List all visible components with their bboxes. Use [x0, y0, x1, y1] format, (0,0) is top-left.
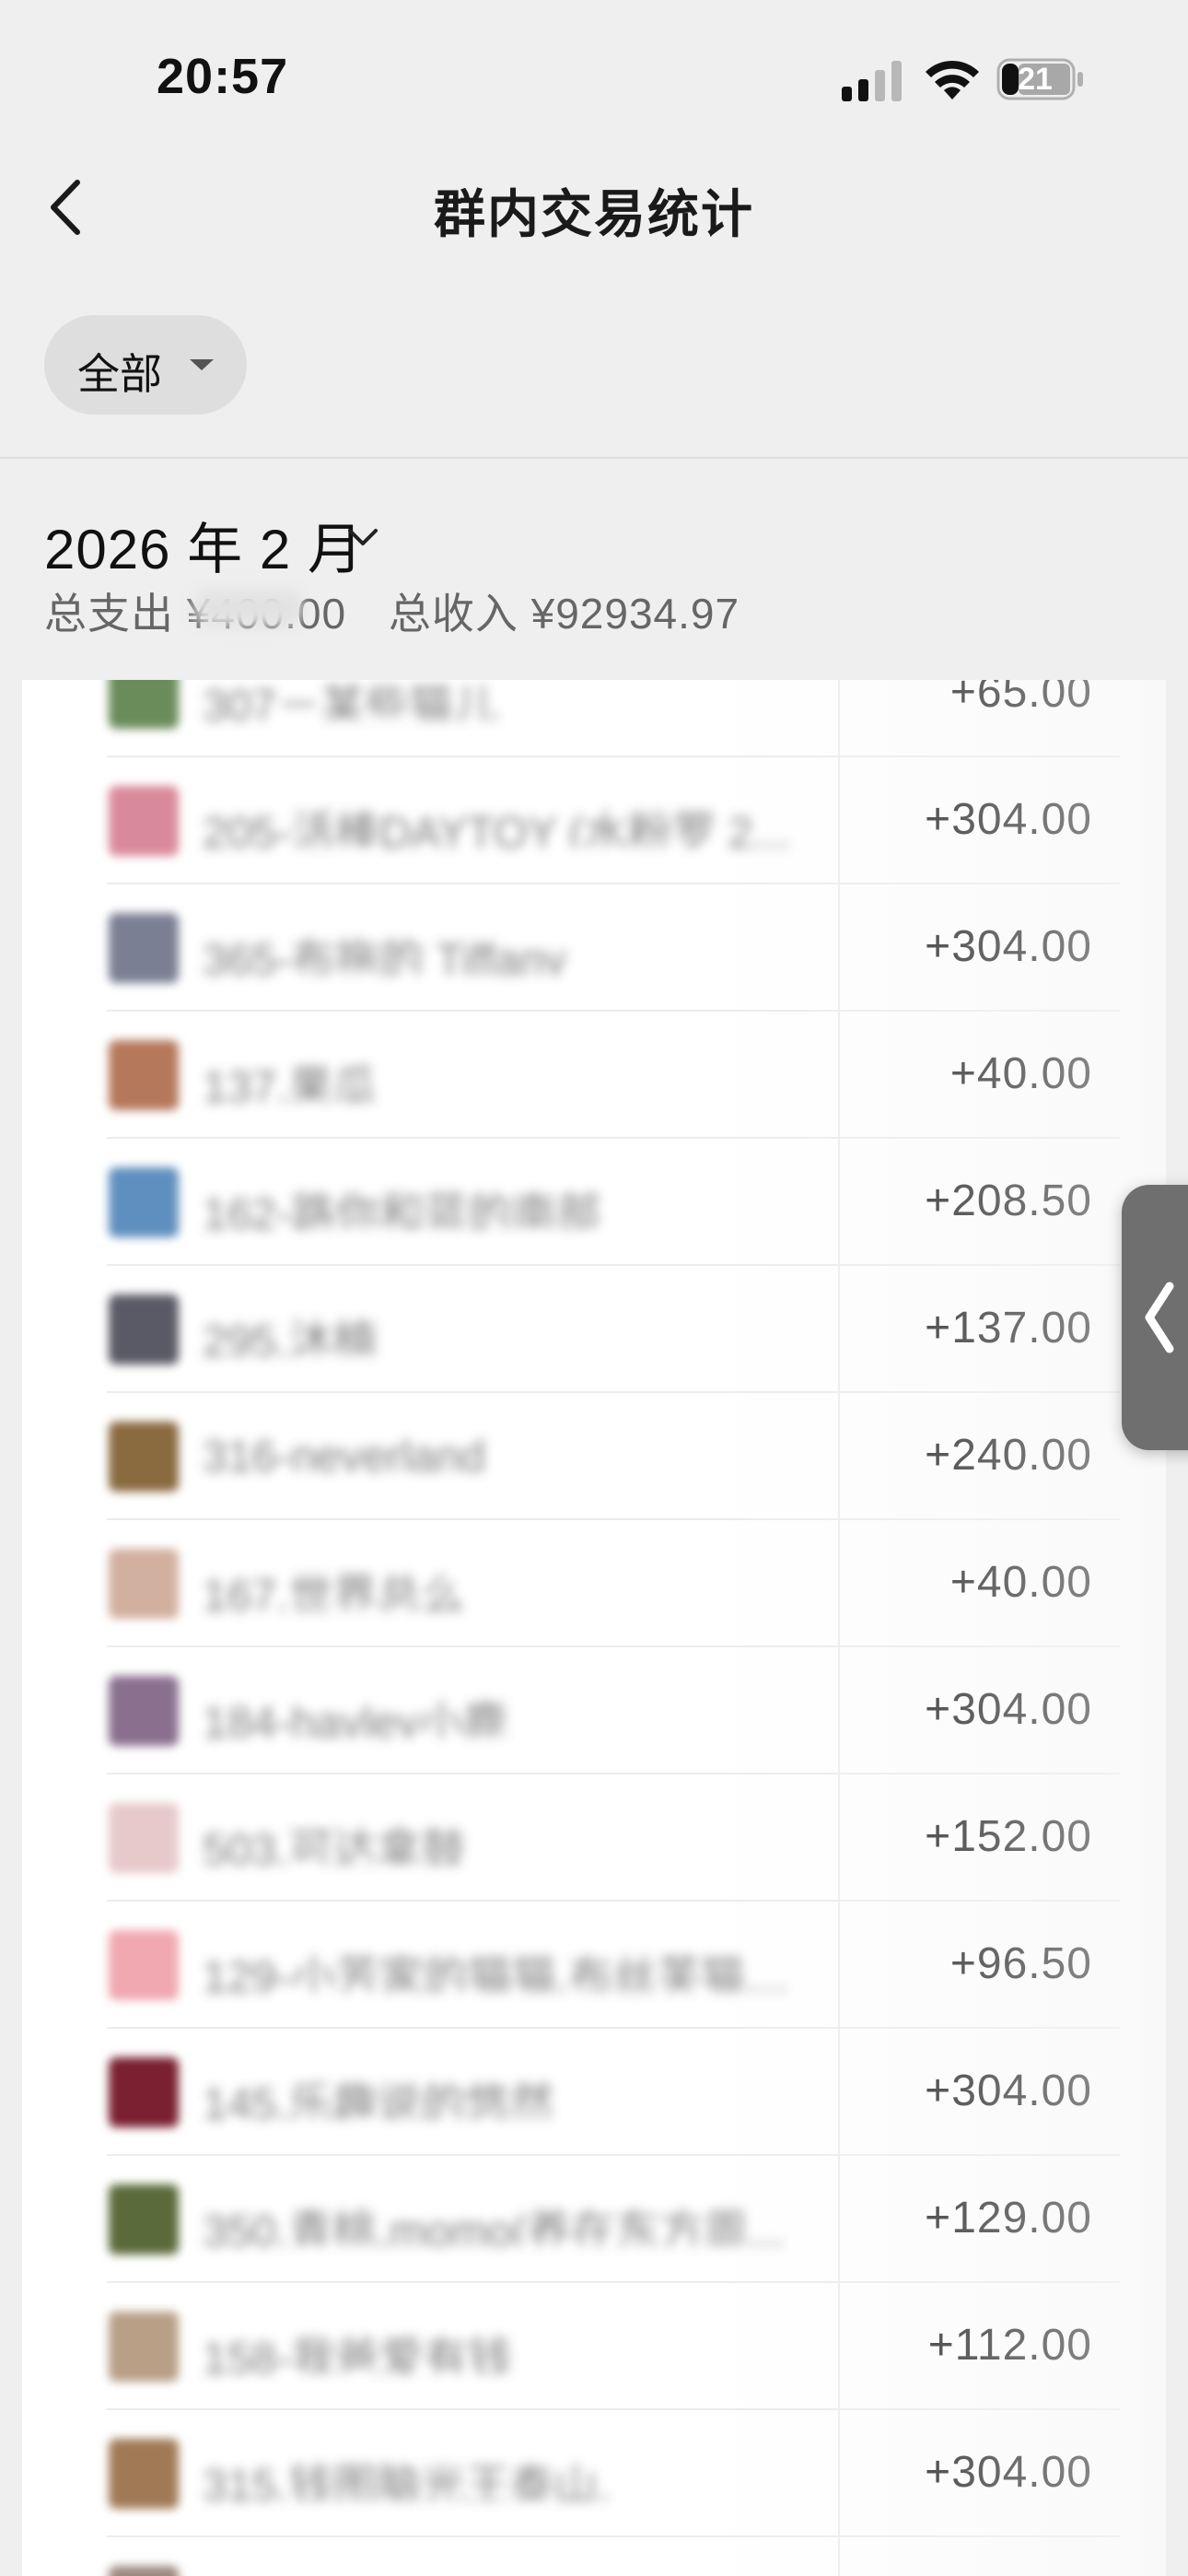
avatar	[109, 1294, 179, 1364]
column-divider	[838, 1902, 840, 2029]
amount: +137.00	[925, 1304, 1092, 1352]
amount: +304.00	[925, 795, 1092, 844]
member-name: 365-布拖的 Tiffany	[203, 936, 566, 975]
column-divider	[838, 1139, 840, 1266]
amount: +112.00	[927, 2321, 1092, 2370]
transaction-row[interactable]: 315.钱图脑光王泰山, +304.00	[22, 2410, 1166, 2537]
transaction-row[interactable]: 145.乐趣说的悠然 +304.00	[22, 2029, 1166, 2156]
avatar	[109, 2057, 179, 2127]
chevron-left-icon	[1145, 1282, 1174, 1353]
transaction-row[interactable]: 162-路你和蓝的南部 +208.50	[22, 1139, 1166, 1266]
month-label: 2026 年 2 月	[44, 519, 364, 580]
amount: +304.00	[925, 2448, 1092, 2497]
filter-dropdown[interactable]: 全部	[44, 315, 247, 415]
member-name: 162-路你和蓝的南部	[203, 1190, 601, 1229]
signal-icon	[842, 61, 902, 101]
caret-down-icon	[190, 359, 214, 370]
avatar	[109, 2566, 179, 2576]
amount: +152.00	[925, 1812, 1092, 1861]
chevron-down-icon	[348, 529, 378, 545]
column-divider	[838, 2283, 840, 2410]
wifi-icon	[926, 60, 979, 100]
amount: +40.00	[949, 1558, 1092, 1607]
member-name: 350.青桃.momo(养在东方周...	[203, 2207, 786, 2246]
blur-mask	[193, 590, 304, 626]
avatar	[109, 786, 179, 856]
member-name: 145.乐趣说的悠然	[203, 2080, 554, 2119]
member-name: 167.世界总么	[203, 1572, 466, 1610]
transaction-row[interactable]	[22, 2537, 1166, 2576]
column-divider	[838, 1266, 840, 1393]
member-name: 316-neverland	[203, 1433, 485, 1481]
month-selector[interactable]: 2026 年 2 月	[44, 505, 378, 580]
transaction-row[interactable]: 205-活棒DAYTOY (水粉罗 2... +304.00	[22, 757, 1166, 884]
amount: +40.00	[949, 1049, 1092, 1098]
member-name: 205-活棒DAYTOY (水粉罗 2...	[203, 809, 790, 848]
avatar	[109, 913, 179, 983]
column-divider	[838, 1647, 840, 1774]
avatar	[109, 1930, 179, 2000]
amount: +304.00	[925, 2067, 1092, 2115]
transaction-row[interactable]: 365-布拖的 Tiffany +304.00	[22, 884, 1166, 1012]
column-divider	[838, 884, 840, 1012]
avatar	[109, 680, 179, 729]
status-bar: 20:57 21	[0, 0, 1188, 157]
column-divider	[838, 1774, 840, 1902]
member-name: 184-hayley小鹿	[203, 1699, 507, 1738]
transaction-row[interactable]: 167.世界总么 +40.00	[22, 1520, 1166, 1647]
column-divider	[838, 2029, 840, 2156]
filter-label: 全部	[77, 350, 162, 398]
avatar	[109, 1040, 179, 1110]
member-name: 315.钱图脑光王泰山,	[203, 2462, 611, 2500]
column-divider	[838, 2156, 840, 2283]
column-divider	[838, 1520, 840, 1647]
transaction-row[interactable]: 129-小芳家的猫猫.布丝芙猫合... +96.50	[22, 1902, 1166, 2029]
avatar	[109, 1676, 179, 1746]
amount: +129.00	[925, 2194, 1092, 2242]
totals: 总支出 ¥400.00 总收入 ¥92934.97	[44, 580, 740, 641]
amount: +96.50	[949, 1939, 1092, 1988]
avatar	[109, 2439, 179, 2509]
member-name: 158-我爸爱有钱	[203, 2335, 513, 2373]
avatar	[109, 2312, 179, 2382]
transaction-row[interactable]: 158-我爸爱有钱 +112.00	[22, 2283, 1166, 2410]
battery-level: 21	[1018, 62, 1053, 97]
amount: +304.00	[925, 922, 1092, 971]
transaction-row[interactable]: 184-hayley小鹿 +304.00	[22, 1647, 1166, 1774]
transaction-row[interactable]: 137.果瓜 +40.00	[22, 1012, 1166, 1139]
avatar	[109, 1422, 179, 1492]
amount: +240.00	[925, 1431, 1092, 1480]
amount: +65.00	[949, 680, 1092, 717]
column-divider	[838, 1393, 840, 1520]
member-name: 137.果瓜	[203, 1063, 378, 1102]
column-divider	[838, 757, 840, 884]
column-divider	[838, 2537, 840, 2576]
transaction-row[interactable]: 316-neverland +240.00	[22, 1393, 1166, 1520]
member-name: 307－某些猫儿	[203, 682, 498, 720]
column-divider	[838, 680, 840, 757]
member-name: 503.可达拿鼓	[203, 1826, 466, 1865]
divider	[0, 457, 1188, 459]
amount: +208.50	[925, 1177, 1092, 1225]
member-name: 295.沐楠	[203, 1317, 378, 1356]
avatar	[109, 1167, 179, 1237]
column-divider	[838, 2410, 840, 2537]
transaction-row[interactable]: 295.沐楠 +137.00	[22, 1266, 1166, 1393]
column-divider	[838, 1012, 840, 1139]
transaction-list: 307－某些猫儿 +65.00 205-活棒DAYTOY (水粉罗 2... +304…	[22, 680, 1166, 2576]
avatar	[109, 1549, 179, 1619]
amount: +304.00	[925, 1685, 1092, 1734]
transaction-row[interactable]: 350.青桃.momo(养在东方周... +129.00	[22, 2156, 1166, 2283]
transaction-row[interactable]: 503.可达拿鼓 +152.00	[22, 1774, 1166, 1902]
status-time: 20:57	[157, 49, 289, 104]
avatar	[109, 2184, 179, 2254]
side-drawer-handle[interactable]	[1122, 1185, 1188, 1450]
member-name: 129-小芳家的猫猫.布丝芙猫合...	[203, 1953, 810, 1992]
transaction-row[interactable]: 307－某些猫儿 +65.00	[22, 680, 1166, 757]
total-income: 总收入 ¥92934.97	[388, 590, 740, 638]
avatar	[109, 1803, 179, 1873]
app-screen: 20:57 21 群内交易统计 全部 2026 年 2 月 总支出 总收入 ¥9…	[0, 0, 1188, 2576]
page-title: 群内交易统计	[434, 185, 754, 243]
